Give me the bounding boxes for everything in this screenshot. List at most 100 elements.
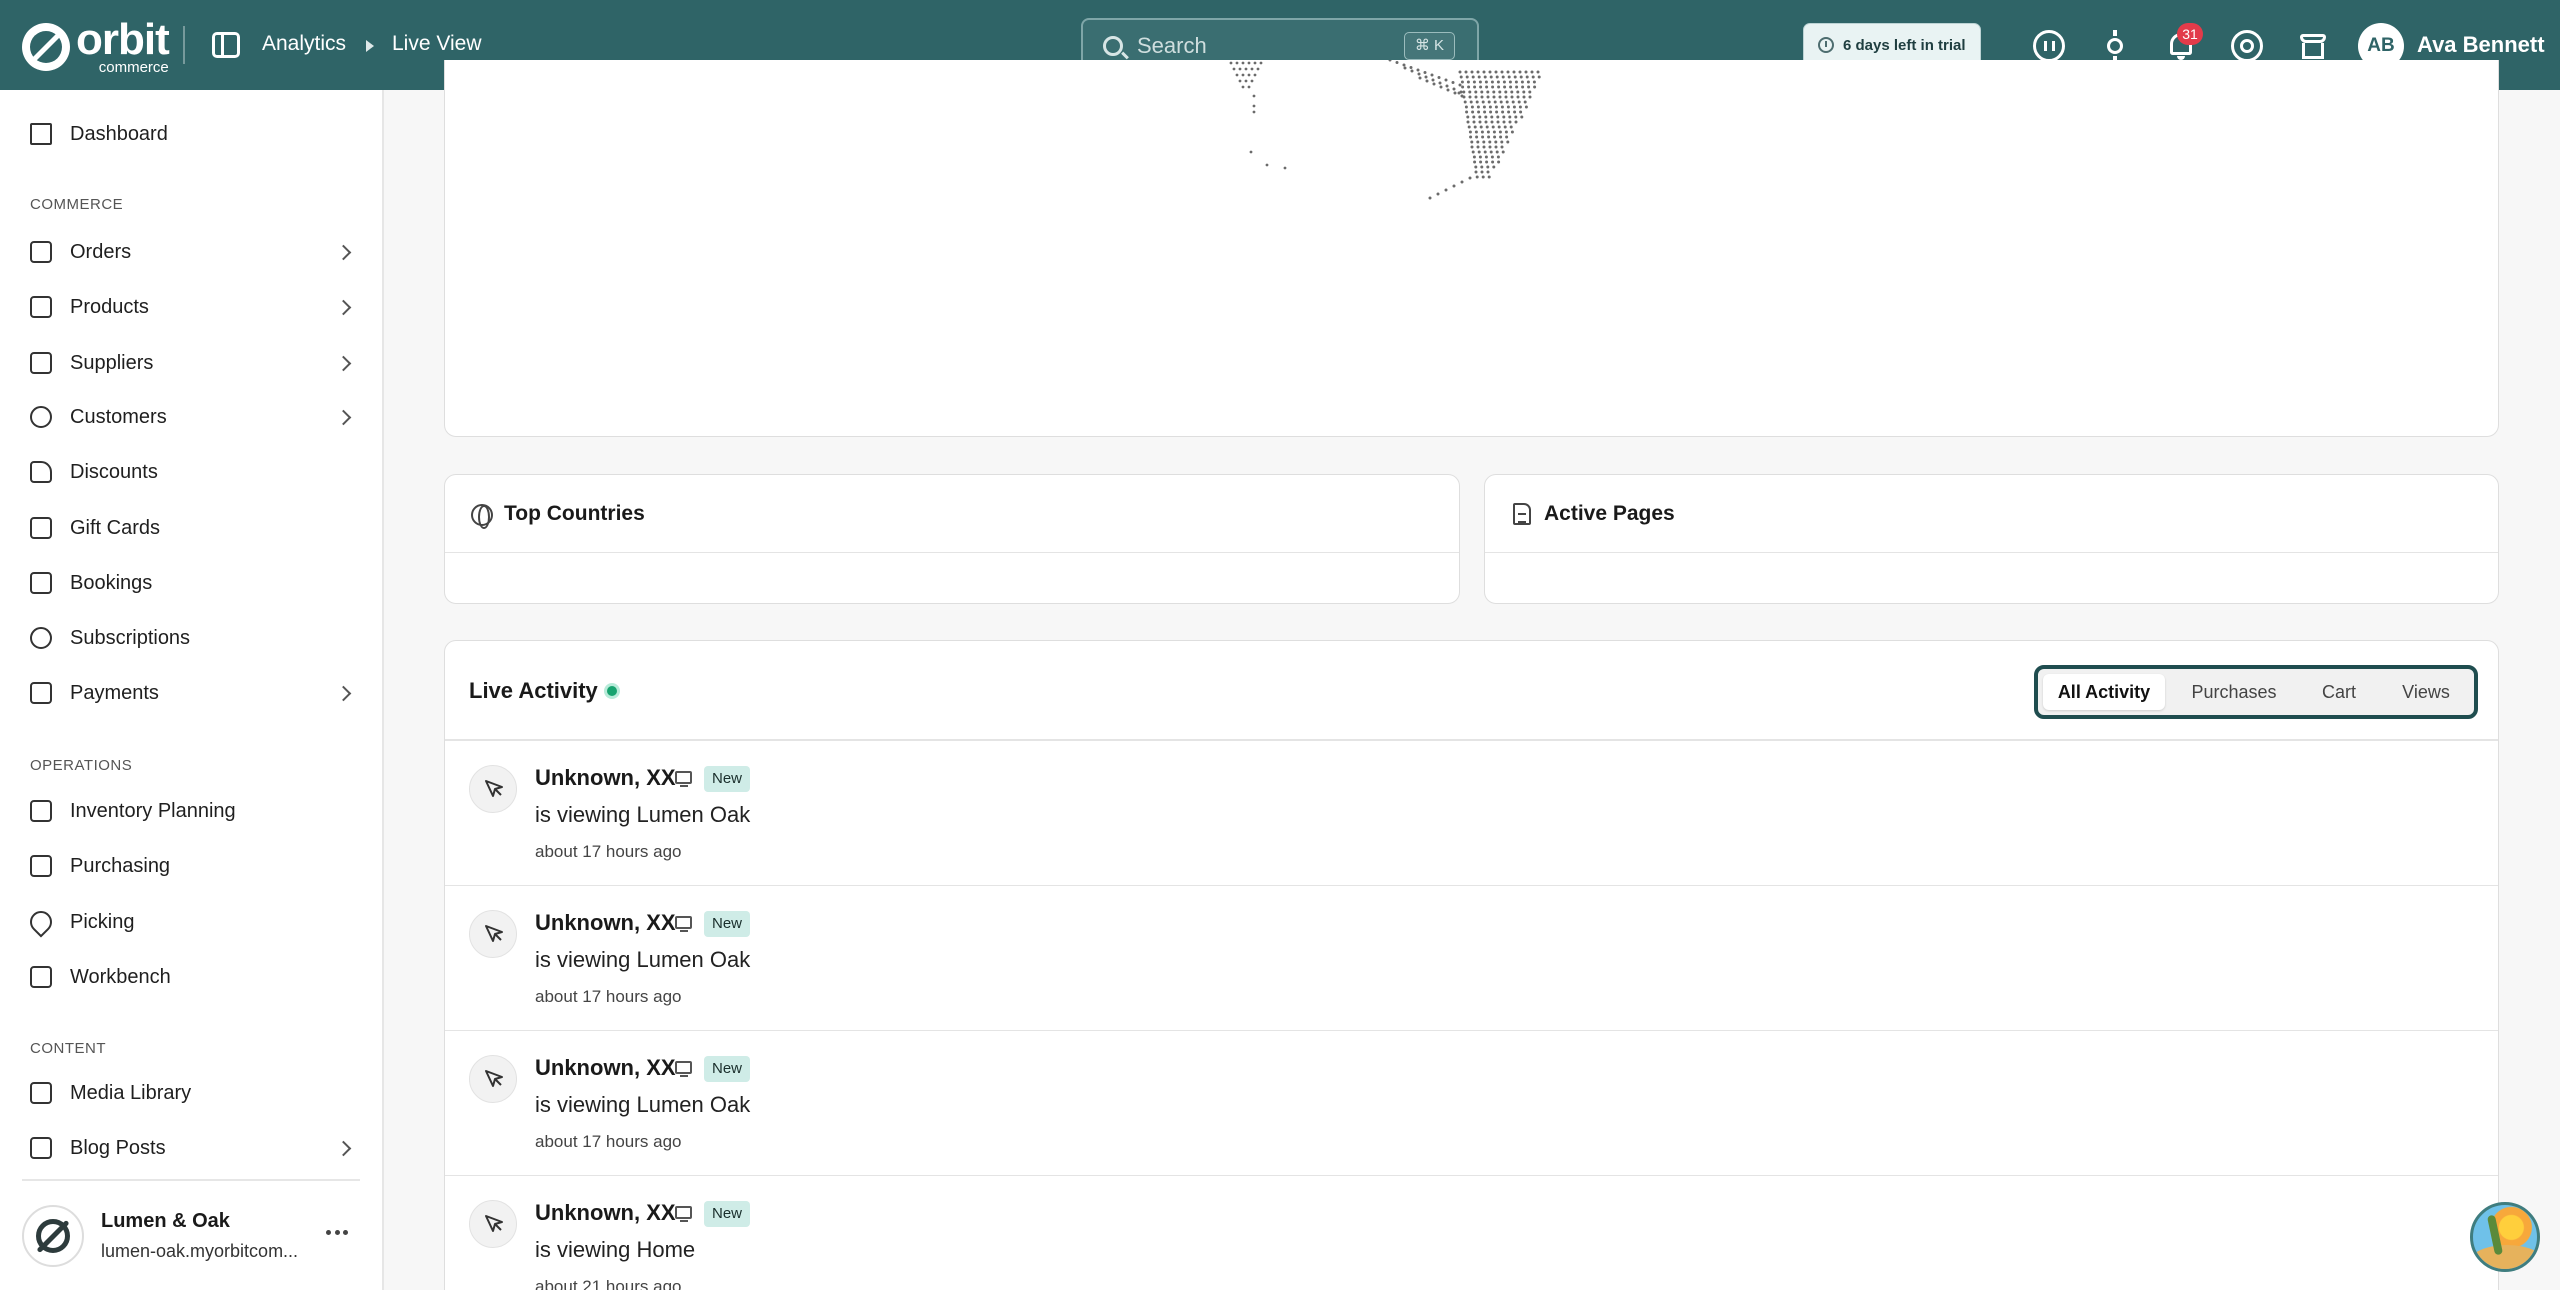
map-dot: [1512, 70, 1516, 74]
sidebar-item-payments[interactable]: Payments: [0, 670, 384, 716]
map-dot: [1471, 110, 1475, 114]
map-dot: [1252, 94, 1256, 98]
map-dot: [1486, 95, 1490, 99]
package-icon: [30, 855, 52, 877]
map-dot: [1499, 135, 1503, 139]
map-dot: [1417, 72, 1421, 76]
map-dot: [1250, 67, 1254, 71]
activity-location: Unknown, XX: [535, 910, 676, 935]
map-dot: [1475, 100, 1479, 104]
tab-cart[interactable]: Cart: [2304, 674, 2374, 710]
sidebar-item-products[interactable]: Products: [0, 284, 384, 330]
live-indicator: [604, 683, 620, 699]
assistant-chat-icon[interactable]: [2470, 1202, 2540, 1272]
map-dot: [1452, 87, 1456, 91]
sidebar-item-blog-posts[interactable]: Blog Posts: [0, 1125, 384, 1171]
map-dot: [1486, 170, 1490, 174]
help-icon[interactable]: [2231, 30, 2263, 62]
sidebar-item-bookings[interactable]: Bookings: [0, 560, 384, 606]
map-dot: [1484, 115, 1488, 119]
storefront-icon[interactable]: [2297, 30, 2329, 62]
map-dot: [1477, 150, 1481, 154]
map-dot: [1516, 90, 1520, 94]
map-dot: [1464, 70, 1468, 74]
map-dot: [1480, 95, 1484, 99]
map-dot: [1508, 115, 1512, 119]
tab-purchases[interactable]: Purchases: [2174, 674, 2294, 710]
map-dot: [1410, 69, 1414, 73]
map-dot: [1403, 66, 1407, 70]
activity-location: Unknown, XX: [535, 1200, 676, 1225]
theme-toggle-icon[interactable]: [2099, 30, 2131, 62]
sidebar-item-purchasing[interactable]: Purchasing: [0, 843, 384, 889]
sidebar-item-discounts[interactable]: Discounts: [0, 449, 384, 495]
more-options-icon[interactable]: [326, 1221, 348, 1243]
orbit-logo[interactable]: orbit commerce: [22, 18, 170, 75]
map-pin-icon: [25, 906, 57, 938]
map-dot: [1508, 80, 1512, 84]
sidebar-item-workbench[interactable]: Workbench: [0, 954, 384, 1000]
sidebar-item-subscriptions[interactable]: Subscriptions: [0, 615, 384, 661]
sidebar-item-media-library[interactable]: Media Library: [0, 1070, 384, 1116]
map-dot: [1431, 78, 1435, 82]
map-dot: [1474, 130, 1478, 134]
image-icon: [30, 1082, 52, 1104]
map-dot: [1483, 150, 1487, 154]
activity-time: about 17 hours ago: [535, 987, 682, 1006]
live-activity-card: Live Activity All Activity Purchases Car…: [444, 640, 2499, 1290]
map-dot: [1501, 110, 1505, 114]
map-dot: [1481, 135, 1485, 139]
top-countries-title: Top Countries: [504, 502, 645, 525]
search-input[interactable]: [1137, 32, 1377, 60]
sidebar-item-gift-cards[interactable]: Gift Cards: [0, 505, 384, 551]
map-dot: [1470, 105, 1474, 109]
sidebar-item-dashboard[interactable]: Dashboard: [0, 111, 384, 157]
sidebar-item-customers[interactable]: Customers: [0, 394, 384, 440]
map-dot: [1474, 165, 1478, 169]
map-dot: [1464, 105, 1468, 109]
sidebar-item-orders[interactable]: Orders: [0, 229, 384, 275]
map-dot: [1395, 61, 1399, 64]
activity-item[interactable]: Unknown, XX New is viewing Lumen Oak abo…: [445, 741, 2498, 886]
pause-icon[interactable]: [2033, 30, 2065, 62]
tab-all-activity[interactable]: All Activity: [2043, 674, 2165, 710]
map-dot: [1487, 175, 1491, 179]
map-dot: [1500, 140, 1504, 144]
activity-item[interactable]: Unknown, XX New is viewing Lumen Oak abo…: [445, 1031, 2498, 1176]
breadcrumb-analytics[interactable]: Analytics: [262, 32, 346, 56]
sidebar: Dashboard COMMERCE Orders Products Suppl…: [0, 90, 384, 1290]
cursor-icon: [469, 1055, 517, 1103]
map-dot: [1506, 105, 1510, 109]
map-dot: [1491, 125, 1495, 129]
map-dot: [1451, 81, 1455, 84]
map-dot: [1522, 95, 1526, 99]
map-dot: [1424, 75, 1428, 79]
map-dot: [1473, 85, 1477, 89]
map-dot: [1530, 70, 1534, 74]
map-dot: [1468, 176, 1472, 180]
sidebar-item-picking[interactable]: Picking: [0, 899, 384, 945]
sidebar-item-inventory-planning[interactable]: Inventory Planning: [0, 788, 384, 834]
map-dot: [1487, 135, 1491, 139]
map-dot: [1250, 79, 1254, 83]
sidebar-item-suppliers[interactable]: Suppliers: [0, 340, 384, 386]
sidebar-toggle-icon[interactable]: [212, 32, 240, 58]
map-dot: [1500, 105, 1504, 109]
activity-item[interactable]: Unknown, XX New is viewing Home about 21…: [445, 1176, 2498, 1290]
clipboard-icon: [30, 800, 52, 822]
map-dot: [1483, 110, 1487, 114]
map-dot: [1525, 75, 1529, 79]
activity-item[interactable]: Unknown, XX New is viewing Lumen Oak abo…: [445, 886, 2498, 1031]
section-content: CONTENT: [30, 1040, 106, 1057]
store-switcher[interactable]: Lumen & Oak lumen-oak.myorbitcom...: [0, 1195, 384, 1275]
map-dot: [1476, 145, 1480, 149]
activity-time: about 17 hours ago: [535, 842, 682, 861]
map-dot: [1479, 125, 1483, 129]
user-name[interactable]: Ava Bennett: [2417, 32, 2545, 58]
map-dot: [1476, 105, 1480, 109]
map-dot: [1490, 155, 1494, 159]
map-dot: [1238, 79, 1242, 83]
map-dot: [1439, 85, 1443, 89]
map-dot: [1475, 175, 1479, 179]
tab-views[interactable]: Views: [2386, 674, 2466, 710]
